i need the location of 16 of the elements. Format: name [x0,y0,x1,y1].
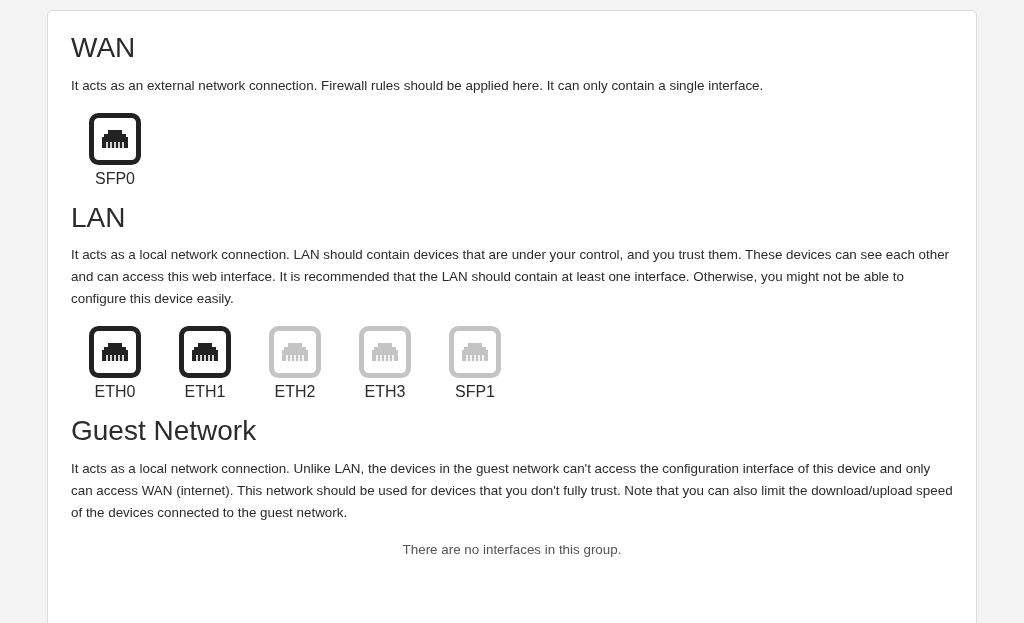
port-label: ETH0 [94,384,136,401]
section-heading: LAN [71,200,127,235]
ethernet-port-icon[interactable] [179,326,231,379]
ethernet-port-icon[interactable] [89,326,141,379]
section-description: It acts as an external network connection. Firewall rules should be applied here. It can only contain a single interface. [71,76,765,95]
section-description: It acts as a local network connection. Unlike LAN, the devices in the guest network can't access the configuration interface of this device and only can access WAN (internet). This network should be used for devices that you don't fully trust. Note that you can also limit the download/upload speed of the devices connected to the guest network. [71,459,953,522]
port-label: ETH1 [184,384,226,401]
port-label: ETH2 [274,384,316,401]
section-heading: Guest Network [71,414,258,448]
empty-message: There are no interfaces in this group. [401,540,623,559]
port-label: SFP1 [455,384,495,401]
port-label: ETH3 [364,384,406,401]
port-label: SFP0 [95,170,135,187]
section-description: It acts as a local network connection. LAN should contain devices that are under your control, and you trust them. These devices can see each other and can access this web interface. It is recommended that the LAN should contain at least one interface. Otherwise, you might not be able to configure this device easily. [71,246,951,309]
section-heading: WAN [71,31,137,65]
ethernet-port-icon[interactable] [89,112,141,165]
